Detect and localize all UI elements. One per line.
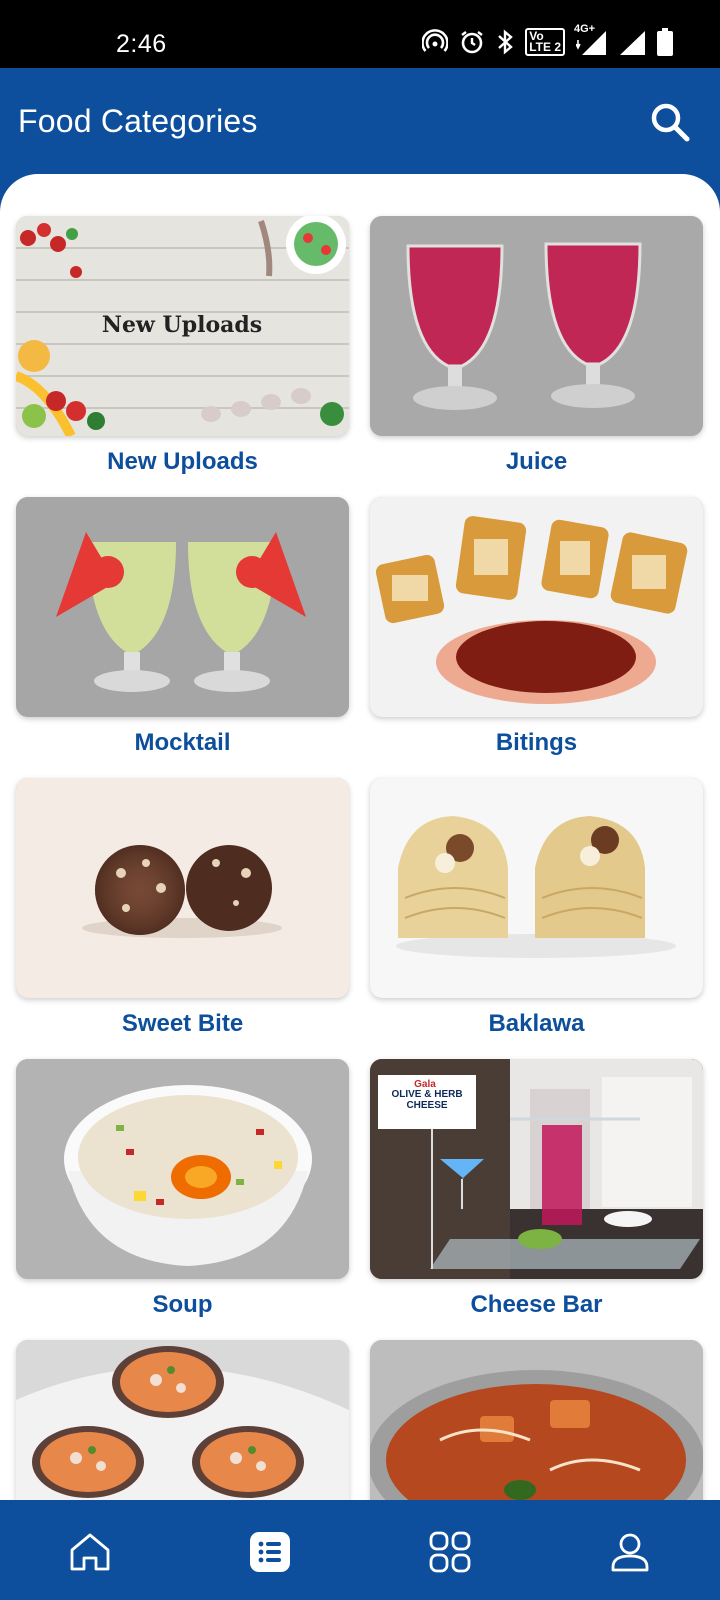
status-icons: Vo LTE 2 4G+ — [422, 23, 674, 56]
category-image — [16, 778, 349, 998]
category-image — [16, 1059, 349, 1279]
category-image — [16, 1340, 349, 1500]
category-label: Baklawa — [488, 1010, 585, 1037]
category-image — [370, 778, 703, 998]
category-image — [370, 1340, 703, 1500]
nav-categories[interactable] — [248, 1530, 292, 1574]
grid-icon — [429, 1531, 471, 1573]
category-grid: New Uploads New Uploads Juice Mocktail B… — [16, 216, 704, 1500]
category-label: Bitings — [495, 729, 578, 756]
status-bar: 2:46 Vo LTE 2 4G+ — [0, 0, 720, 68]
category-label: Juice — [505, 448, 568, 475]
hotspot-icon — [422, 29, 449, 55]
search-icon — [651, 103, 690, 142]
category-image — [370, 216, 703, 436]
category-card[interactable] — [370, 1340, 703, 1500]
category-card-soup[interactable]: Soup — [16, 1059, 349, 1340]
category-card-cheese-bar[interactable]: Gala OLIVE & HERB CHEESE Cheese Bar — [370, 1059, 703, 1340]
category-label: Soup — [152, 1291, 213, 1318]
signal-4g-icon: 4G+ — [574, 23, 606, 55]
battery-icon — [656, 28, 674, 56]
search-button[interactable] — [648, 100, 692, 144]
status-time: 2:46 — [116, 30, 167, 58]
category-card-bitings[interactable]: Bitings — [370, 497, 703, 778]
category-image — [370, 497, 703, 717]
nav-home[interactable] — [68, 1530, 112, 1574]
svg-text:New Uploads: New Uploads — [102, 312, 262, 338]
alarm-icon — [459, 29, 485, 55]
page-title: Food Categories — [18, 103, 258, 139]
bottom-nav — [0, 1500, 720, 1600]
category-card-baklawa[interactable]: Baklawa — [370, 778, 703, 1059]
category-card-juice[interactable]: Juice — [370, 216, 703, 497]
category-label: Mocktail — [134, 729, 231, 756]
category-label: Cheese Bar — [470, 1291, 603, 1318]
volte-icon: Vo LTE 2 — [525, 28, 565, 56]
nav-grid[interactable] — [428, 1530, 472, 1574]
category-label: New Uploads — [107, 448, 258, 475]
category-card-new-uploads[interactable]: New Uploads New Uploads — [16, 216, 349, 497]
profile-icon — [611, 1533, 649, 1572]
home-icon — [70, 1533, 110, 1571]
category-card-mocktail[interactable]: Mocktail — [16, 497, 349, 778]
app-bar: Food Categories — [0, 68, 720, 174]
nav-profile[interactable] — [608, 1530, 652, 1574]
category-card[interactable] — [16, 1340, 349, 1500]
category-image — [16, 497, 349, 717]
content-area: New Uploads New Uploads Juice Mocktail B… — [0, 174, 720, 1500]
category-image: Gala OLIVE & HERB CHEESE — [370, 1059, 703, 1279]
category-image: New Uploads — [16, 216, 349, 436]
category-label: Sweet Bite — [121, 1010, 244, 1037]
list-icon — [250, 1532, 290, 1572]
bluetooth-icon — [496, 29, 514, 55]
signal-icon — [617, 29, 645, 55]
category-card-sweet-bite[interactable]: Sweet Bite — [16, 778, 349, 1059]
